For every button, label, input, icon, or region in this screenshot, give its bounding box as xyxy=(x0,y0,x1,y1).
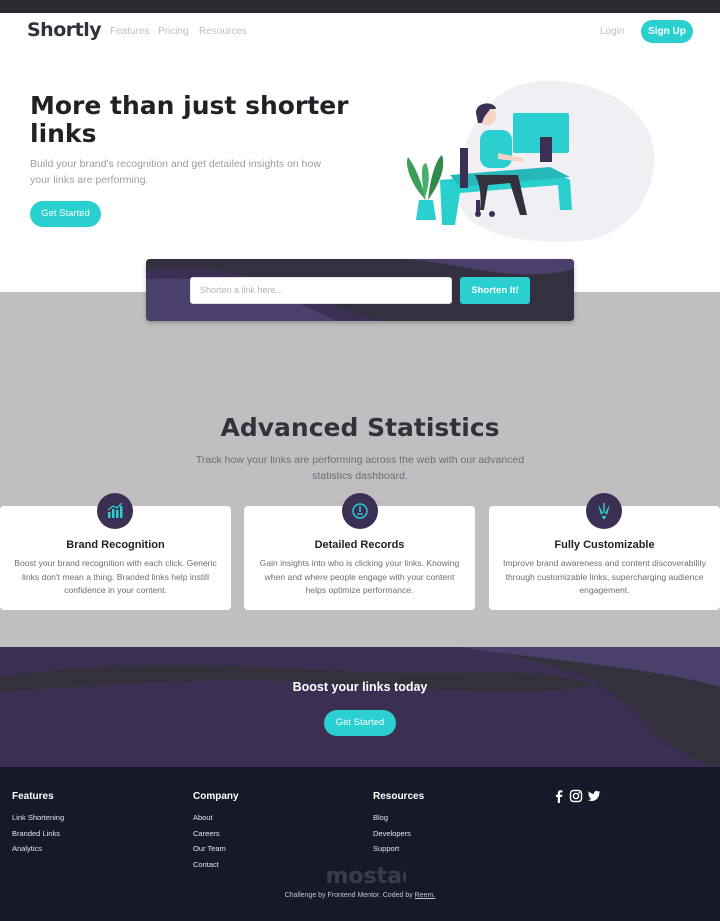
nav-link-resources[interactable]: Resources xyxy=(199,26,247,37)
boost-section: Boost your links today Get Started xyxy=(0,647,720,767)
card-text: Gain insights into who is clicking your … xyxy=(259,558,460,595)
statistics-subtitle: Track how your links are performing acro… xyxy=(195,454,525,482)
card-title: Fully Customizable xyxy=(554,539,655,551)
footer-link-our-team[interactable]: Our Team xyxy=(193,844,226,853)
svg-text:مستقل mostaql.com: مستقل mostaql.com xyxy=(316,864,406,889)
shorten-panel: Shorten a link here... Shorten It! xyxy=(146,259,574,321)
boost-background-pattern xyxy=(0,647,720,767)
hero-subtitle: Build your brand's recognition and get d… xyxy=(30,158,321,186)
signup-button[interactable]: Sign Up xyxy=(641,20,693,43)
shorten-url-input[interactable]: Shorten a link here... xyxy=(190,277,452,304)
twitter-icon[interactable] xyxy=(587,789,601,803)
footer-link-about[interactable]: About xyxy=(193,813,213,822)
attribution: Challenge by Frontend Mentor. Coded by R… xyxy=(0,892,720,899)
footer-link-developers[interactable]: Developers xyxy=(373,829,411,838)
footer-link-contact[interactable]: Contact xyxy=(193,860,219,869)
logo[interactable]: Shortly xyxy=(27,19,102,41)
attribution-text: Challenge by Frontend Mentor. Coded by xyxy=(284,892,413,899)
footer-link-analytics[interactable]: Analytics xyxy=(12,844,42,853)
footer-heading-company: Company xyxy=(193,791,239,802)
footer-heading-features: Features xyxy=(12,791,54,802)
nav-link-features[interactable]: Features xyxy=(110,26,149,37)
attribution-author-link[interactable]: Reem. xyxy=(415,892,436,899)
card-text: Boost your brand recognition with each c… xyxy=(14,558,217,595)
instagram-icon[interactable] xyxy=(569,789,583,803)
login-link[interactable]: Login xyxy=(600,26,624,37)
hero-get-started-button[interactable]: Get Started xyxy=(30,201,101,227)
card-title: Detailed Records xyxy=(314,539,405,551)
boost-get-started-button[interactable]: Get Started xyxy=(324,710,396,736)
boost-title: Boost your links today xyxy=(292,680,428,694)
footer-link-blog[interactable]: Blog xyxy=(373,813,388,822)
card-text: Improve brand awareness and content disc… xyxy=(502,558,707,595)
facebook-icon[interactable] xyxy=(552,789,566,803)
footer-link-link-shortening[interactable]: Link Shortening xyxy=(12,813,64,822)
nav-link-pricing[interactable]: Pricing xyxy=(158,26,189,37)
shorten-button[interactable]: Shorten It! xyxy=(460,277,530,304)
footer: Features Link Shortening Branded Links A… xyxy=(0,767,720,921)
card-title: Brand Recognition xyxy=(66,539,165,551)
working-person-illustration xyxy=(406,80,655,242)
footer-link-support[interactable]: Support xyxy=(373,844,399,853)
gauge-icon xyxy=(342,493,378,529)
bar-chart-icon xyxy=(97,493,133,529)
footer-link-branded-links[interactable]: Branded Links xyxy=(12,829,60,838)
footer-heading-resources: Resources xyxy=(373,791,425,802)
browser-top-strip xyxy=(0,0,720,13)
footer-link-careers[interactable]: Careers xyxy=(193,829,220,838)
brush-icon xyxy=(586,493,622,529)
statistics-title: Advanced Statistics xyxy=(220,413,500,442)
hero-title: More than just shorter links xyxy=(30,91,349,148)
